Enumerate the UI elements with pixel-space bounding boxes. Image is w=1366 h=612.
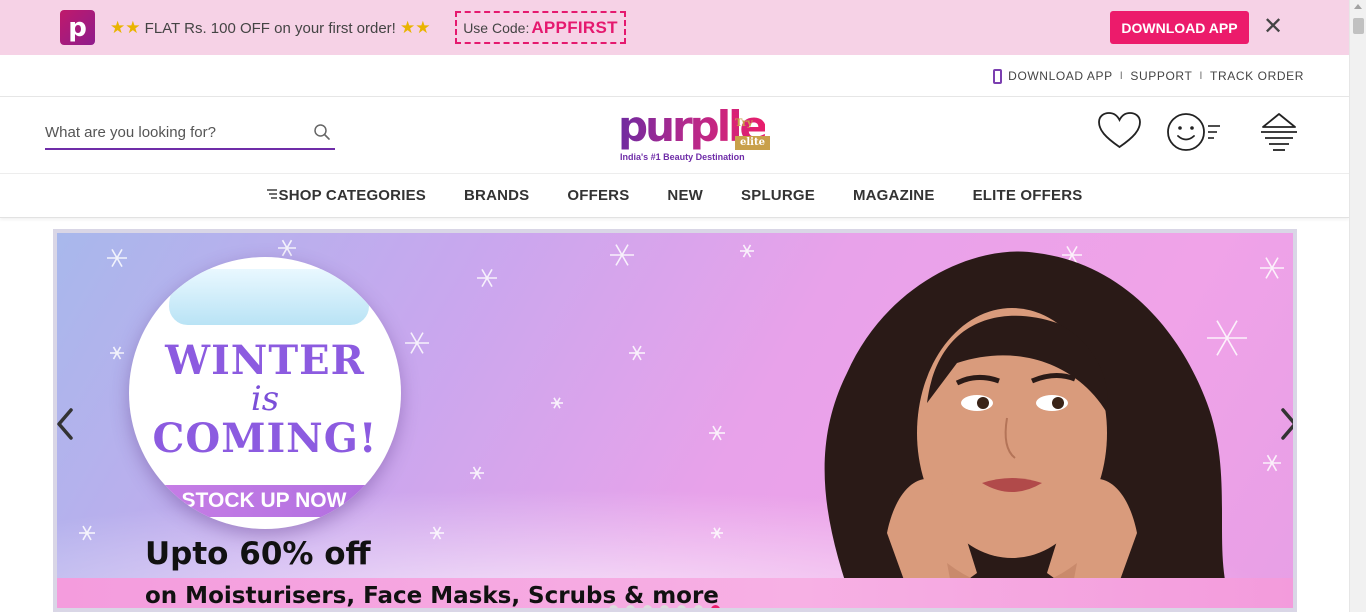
carousel-dot[interactable]: [626, 605, 635, 608]
carousel-dot[interactable]: [660, 605, 669, 608]
star-icon: ★★: [400, 18, 431, 37]
carousel-dot[interactable]: [694, 605, 703, 608]
snowflake-icon: [1260, 257, 1284, 279]
utility-bar: DOWNLOAD APP I SUPPORT I TRACK ORDER: [0, 55, 1349, 97]
scrollbar-thumb[interactable]: [1353, 18, 1364, 34]
snowflake-icon: [551, 397, 563, 409]
snowflake-icon: [1263, 454, 1281, 472]
star-icon: ★★: [110, 18, 141, 37]
nav-offers[interactable]: OFFERS: [567, 187, 629, 204]
search-icon[interactable]: [313, 123, 331, 146]
snow-cap: [169, 269, 369, 325]
cart-icon[interactable]: [1258, 111, 1300, 158]
carousel-dots: [609, 605, 720, 608]
stock-up-ribbon: STOCK UP NOW: [151, 485, 377, 517]
nav-magazine[interactable]: MAGAZINE: [853, 187, 935, 204]
headline-winter: WINTER: [165, 337, 365, 384]
nav-splurge[interactable]: SPLURGE: [741, 187, 815, 204]
nav-brands[interactable]: BRANDS: [464, 187, 529, 204]
model-image: [824, 251, 1234, 608]
track-order-link[interactable]: TRACK ORDER: [1210, 69, 1304, 83]
page: p ★★ FLAT Rs. 100 OFF on your first orde…: [0, 0, 1366, 612]
utility-links: DOWNLOAD APP I SUPPORT I TRACK ORDER: [993, 68, 1304, 84]
nav-elite-offers[interactable]: ELITE OFFERS: [973, 187, 1083, 204]
search-box: [45, 114, 335, 150]
promo-bar: p ★★ FLAT Rs. 100 OFF on your first orde…: [0, 0, 1349, 55]
purplle-app-logo: p: [60, 10, 95, 45]
headline-coming: COMING!: [152, 415, 378, 462]
promo-offer-text: FLAT Rs. 100 OFF on your first order!: [144, 20, 396, 37]
heart-icon[interactable]: [1097, 111, 1142, 156]
headline-is: is: [250, 379, 280, 419]
main-nav: SHOP CATEGORIES BRANDS OFFERS NEW SPLURG…: [0, 173, 1349, 218]
brand-tagline: India's #1 Beauty Destination: [620, 152, 745, 162]
snowflake-icon: [610, 244, 634, 266]
snowflake-icon: [470, 466, 484, 480]
menu-icon: [266, 187, 277, 204]
snowflake-icon: [278, 239, 296, 257]
snowflake-icon: [405, 332, 429, 354]
separator: I: [1119, 69, 1124, 82]
snowflake-icon: [709, 425, 725, 441]
chevron-right-icon[interactable]: [1279, 407, 1293, 441]
promo-offer: ★★ FLAT Rs. 100 OFF on your first order!…: [110, 18, 431, 38]
carousel-dot[interactable]: [643, 605, 652, 608]
chevron-left-icon[interactable]: [57, 407, 75, 441]
offer-headline: Upto 60% off: [145, 536, 371, 572]
nav-shop-categories[interactable]: SHOP CATEGORIES: [266, 187, 426, 204]
purplle-logo[interactable]: purplle .com Try elite India's #1 Beauty…: [618, 102, 778, 166]
phone-icon: [993, 69, 1003, 84]
elite-badge: elite: [735, 136, 770, 150]
promo-code-box: Use Code: APPFIRST: [455, 11, 626, 44]
nav-label: SHOP CATEGORIES: [278, 187, 426, 204]
download-app-link[interactable]: DOWNLOAD APP: [1008, 69, 1113, 83]
scroll-up-icon[interactable]: [1354, 4, 1362, 9]
promo-code-label: Use Code:: [463, 19, 530, 36]
winter-badge: WINTER is COMING! STOCK UP NOW: [129, 257, 401, 529]
account-icon[interactable]: [1166, 111, 1222, 158]
try-label: Try: [735, 118, 753, 129]
search-input[interactable]: [45, 119, 305, 145]
header: purplle .com Try elite India's #1 Beauty…: [0, 97, 1349, 173]
snowflake-icon: [629, 345, 645, 361]
carousel-dot[interactable]: [609, 605, 618, 608]
download-app-button[interactable]: DOWNLOAD APP: [1110, 11, 1249, 44]
carousel-dot[interactable]: [711, 605, 720, 608]
nav-new[interactable]: NEW: [667, 187, 703, 204]
snowflake-icon: [110, 346, 124, 360]
scrollbar[interactable]: [1349, 0, 1366, 612]
snowflake-icon: [107, 248, 127, 268]
separator: I: [1199, 69, 1204, 82]
carousel-dot[interactable]: [677, 605, 686, 608]
close-icon[interactable]: ✕: [1262, 14, 1284, 40]
hero-banner[interactable]: WINTER is COMING! STOCK UP NOW Upto 60% …: [53, 229, 1297, 612]
promo-code-value: APPFIRST: [531, 17, 618, 37]
support-link[interactable]: SUPPORT: [1130, 69, 1192, 83]
snowflake-icon: [477, 268, 497, 288]
